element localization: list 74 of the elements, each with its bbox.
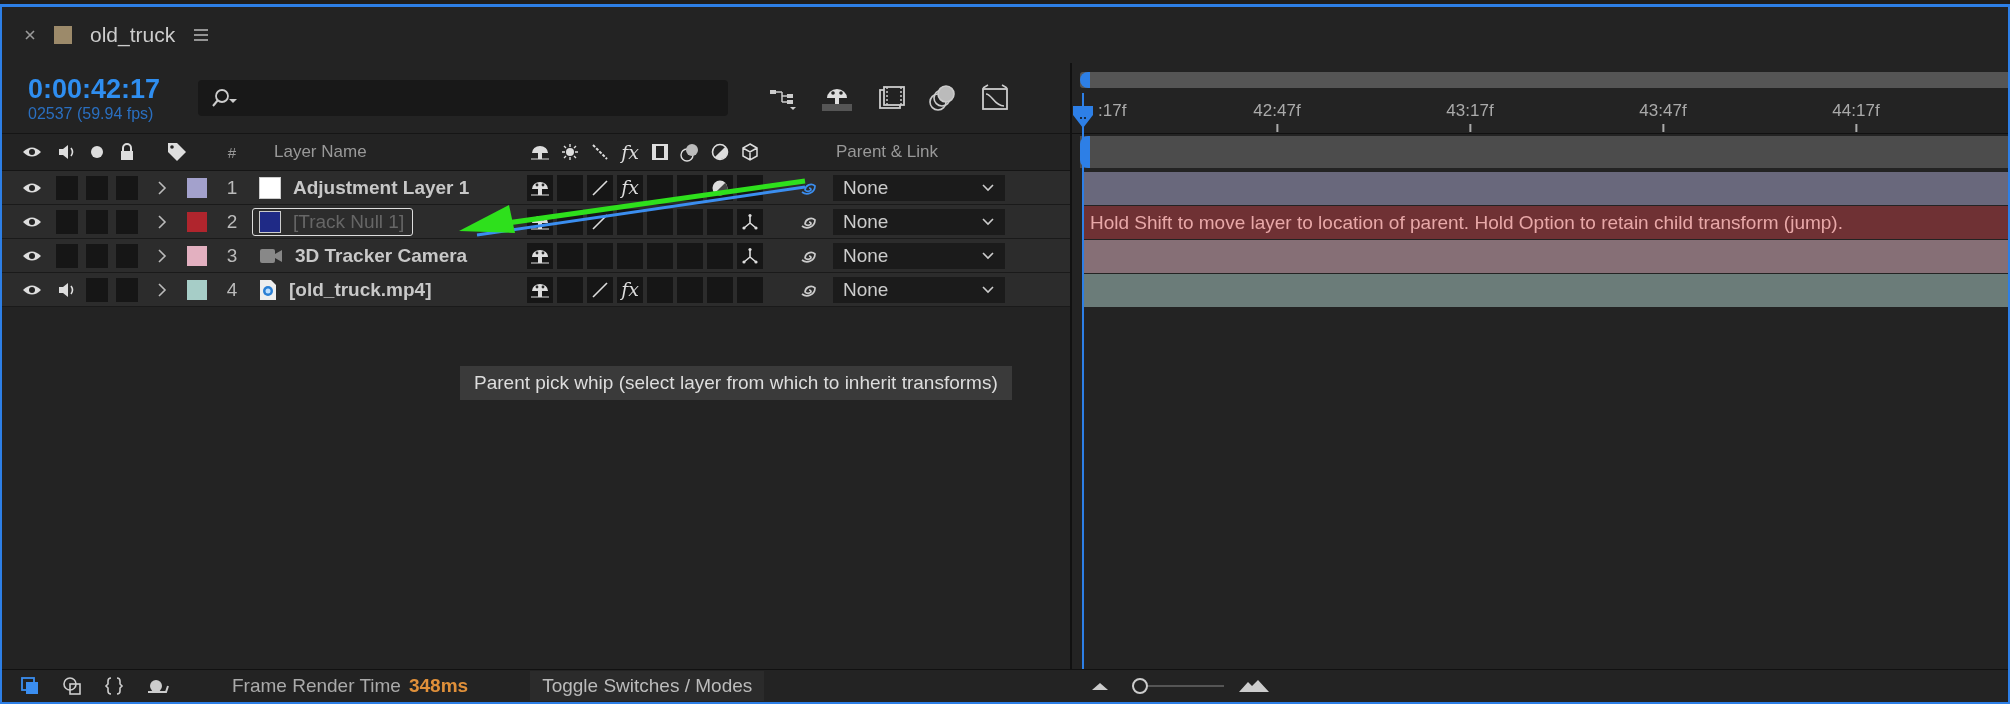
label-tag-icon[interactable] [166, 141, 188, 163]
comp-icon[interactable] [20, 676, 40, 696]
switch-slot[interactable] [677, 208, 703, 235]
chevron-icon[interactable] [157, 214, 167, 229]
chevron-down-icon [981, 216, 995, 227]
solo-dot-icon[interactable] [90, 145, 104, 159]
eye-icon[interactable] [22, 145, 42, 159]
layer-number: 2 [226, 210, 238, 233]
chevron-down-icon [981, 250, 995, 261]
shy-icon[interactable] [529, 143, 551, 161]
chevron-icon[interactable] [157, 180, 167, 195]
layer-number: 3 [226, 244, 238, 267]
label-color-swatch[interactable] [187, 211, 207, 232]
shapes-icon[interactable] [62, 676, 82, 696]
label-color-swatch[interactable] [187, 279, 207, 300]
search-field[interactable] [198, 80, 728, 116]
sun-icon[interactable] [561, 143, 579, 161]
cube-icon[interactable] [741, 143, 759, 161]
lock-icon[interactable] [119, 143, 135, 161]
tooltip: Parent pick whip (select layer from which to inherit transforms) [460, 366, 1012, 400]
hint-text: Hold Shift to move layer to location of parent. Hold Option to retain child transform (jump). [1090, 211, 1843, 234]
menu-icon[interactable] [193, 28, 210, 42]
column-header[interactable]: # [227, 143, 237, 161]
effects-header[interactable]: fx [621, 142, 639, 162]
braces-icon[interactable] [104, 676, 124, 696]
layer-name[interactable]: [old_truck.mp4] [289, 278, 432, 301]
layer-number: 4 [226, 278, 238, 301]
parent-dropdown[interactable]: None [833, 276, 1005, 303]
camera-icon [259, 247, 283, 264]
axes-icon[interactable] [741, 246, 759, 265]
quality-icon[interactable] [591, 280, 609, 299]
video-file-icon [259, 278, 277, 301]
quality-icon[interactable] [591, 143, 609, 161]
circles-icon[interactable] [928, 84, 958, 112]
layer-bar[interactable]: Hold Shift to move layer to location of parent. Hold Option to retain child transform (jump). [1082, 206, 2008, 239]
quality-icon[interactable] [591, 178, 609, 197]
quality-icon[interactable] [591, 212, 609, 231]
label-color-swatch[interactable] [187, 177, 207, 198]
tab-title[interactable]: old_truck [90, 23, 176, 47]
chevron-down-icon [981, 182, 995, 193]
toggle-switches-button[interactable]: Toggle Switches / Modes [530, 671, 765, 701]
ruler-label: 43:47f [1639, 101, 1687, 121]
layer-name[interactable]: Adjustment Layer 1 [293, 176, 470, 199]
switch-slot[interactable] [647, 208, 673, 235]
circles-icon[interactable] [679, 142, 701, 162]
chevron-down-icon [981, 284, 995, 295]
render-time-label: Frame Render Time [232, 675, 401, 697]
ruler-label: 43:17f [1446, 101, 1494, 121]
current-time[interactable]: 0:00:42:17 [28, 73, 178, 105]
ruler-label: :17f [1098, 101, 1127, 121]
half-circle-icon[interactable] [711, 143, 729, 161]
search-icon [210, 88, 238, 108]
close-icon[interactable] [24, 29, 36, 41]
chevron-icon[interactable] [157, 248, 167, 263]
parent-dropdown[interactable]: None [833, 174, 1005, 201]
graph-editor-icon[interactable] [980, 84, 1010, 112]
layer-number: 1 [226, 176, 238, 199]
column-header[interactable]: Layer Name [252, 142, 367, 162]
parent-dropdown[interactable]: None [833, 208, 1005, 235]
axes-icon[interactable] [741, 212, 759, 231]
ruler-label: 42:47f [1253, 101, 1301, 121]
column-header[interactable]: Parent & Link [835, 142, 939, 162]
zoom-out-icon[interactable] [1090, 681, 1110, 691]
film-icon[interactable] [876, 84, 906, 112]
render-time-value: 348ms [408, 675, 469, 697]
film-icon[interactable] [651, 143, 669, 161]
label-color-swatch[interactable] [187, 245, 207, 266]
parent-dropdown[interactable]: None [833, 242, 1005, 269]
ruler-label: 44:17f [1832, 101, 1880, 121]
switch-slot[interactable] [647, 174, 673, 201]
zoom-in-icon[interactable] [1238, 679, 1270, 693]
frame-count: 02537 (59.94 fps) [28, 104, 155, 123]
chevron-icon[interactable] [157, 282, 167, 297]
layer-name[interactable]: 3D Tracker Camera [295, 244, 468, 267]
